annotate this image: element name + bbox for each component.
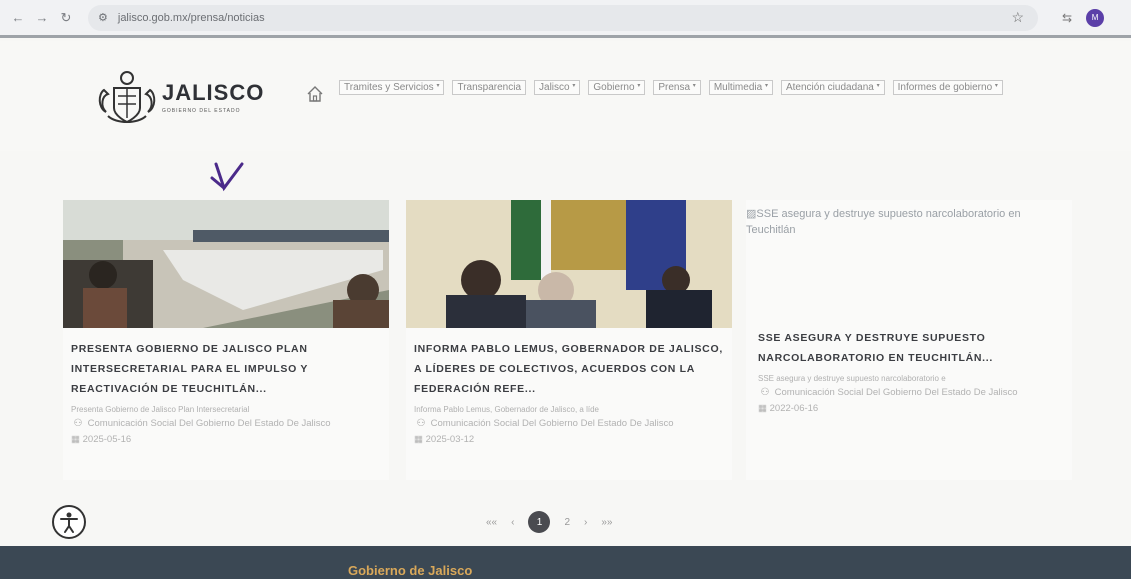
menu-item-gobierno[interactable]: Gobierno ▾ <box>588 80 646 95</box>
calendar-icon: ▦ <box>414 434 423 445</box>
news-image-meeting-hall[interactable] <box>63 200 389 328</box>
calendar-icon: ▦ <box>758 403 767 414</box>
news-title[interactable]: INFORMA PABLO LEMUS, GOBERNADOR DE JALIS… <box>406 339 732 399</box>
profile-avatar[interactable]: M <box>1086 8 1105 27</box>
back-icon[interactable]: ← <box>8 8 28 28</box>
news-card[interactable]: INFORMA PABLO LEMUS, GOBERNADOR DE JALIS… <box>406 200 732 480</box>
menu-item-atencion[interactable]: Atención ciudadana ▾ <box>780 80 885 95</box>
site-footer: Gobierno de Jalisco <box>0 546 1131 579</box>
reload-icon[interactable]: ↻ <box>56 8 76 28</box>
menu-item-prensa[interactable]: Prensa ▾ <box>653 80 701 95</box>
first-page-button[interactable]: «« <box>486 517 497 528</box>
main-menu: Tramites y Servicios ▾ Transparencia Jal… <box>339 80 1039 95</box>
news-image-broken[interactable]: ▨SSE asegura y destruye supuesto narcola… <box>746 200 1072 328</box>
chevron-down-icon: ▾ <box>436 83 440 89</box>
news-author: ⚇ Comunicación Social Del Gobierno Del E… <box>63 417 389 430</box>
news-card[interactable]: PRESENTA GOBIERNO DE JALISCO PLAN INTERS… <box>63 200 389 480</box>
news-author: ⚇ Comunicación Social Del Gobierno Del E… <box>746 386 1072 399</box>
menu-item-multimedia[interactable]: Multimedia ▾ <box>708 80 773 95</box>
news-title[interactable]: SSE ASEGURA Y DESTRUYE SUPUESTO NARCOLAB… <box>746 328 1072 368</box>
chevron-down-icon: ▾ <box>764 83 768 89</box>
menu-item-jalisco[interactable]: Jalisco ▾ <box>534 80 581 95</box>
user-icon: ⚇ <box>416 418 426 429</box>
calendar-icon: ▦ <box>71 434 80 445</box>
news-date: ▦ 2025-05-16 <box>71 434 132 445</box>
chevron-down-icon: ▾ <box>876 83 880 89</box>
news-date: ▦ 2022-06-16 <box>758 403 819 414</box>
site-settings-icon[interactable]: ⚙ <box>98 11 108 24</box>
broken-image-alt-text: ▨SSE asegura y destruye supuesto narcola… <box>746 208 1021 236</box>
page-1-button[interactable]: 1 <box>528 511 551 533</box>
chevron-down-icon: ▾ <box>637 83 641 89</box>
news-summary: Informa Pablo Lemus, Gobernador de Jalis… <box>414 405 599 414</box>
annotation-arrow-icon <box>210 162 244 192</box>
user-icon: ⚇ <box>73 418 83 429</box>
chevron-down-icon: ▾ <box>994 83 998 89</box>
broken-image-icon: ▨ <box>746 208 757 220</box>
browser-toolbar: ← → ↻ ⚙ jalisco.gob.mx/prensa/noticias ☆… <box>0 0 1131 38</box>
logo-subtitle: GOBIERNO DEL ESTADO <box>162 108 241 114</box>
page-2-button[interactable]: 2 <box>564 517 570 528</box>
menu-item-tramites[interactable]: Tramites y Servicios ▾ <box>339 80 445 95</box>
user-icon: ⚇ <box>760 387 770 398</box>
forward-icon[interactable]: → <box>32 8 52 28</box>
prev-page-button[interactable]: ‹ <box>511 517 514 528</box>
chevron-down-icon: ▾ <box>572 83 576 89</box>
news-summary: Presenta Gobierno de Jalisco Plan Inters… <box>71 405 250 414</box>
news-card[interactable]: ▨ SSE asegura y destruye supuesto narcola… <box>746 200 1072 480</box>
next-page-button[interactable]: › <box>584 517 587 528</box>
chevron-down-icon: ▾ <box>692 83 696 89</box>
news-title[interactable]: PRESENTA GOBIERNO DE JALISCO PLAN INTERS… <box>63 339 389 399</box>
news-author: ⚇ Comunicación Social Del Gobierno Del E… <box>406 417 732 430</box>
news-image-press-conference[interactable] <box>406 200 732 328</box>
news-summary: SSE asegura y destruye supuesto narcolab… <box>758 374 946 383</box>
url-text: jalisco.gob.mx/prensa/noticias <box>117 11 265 24</box>
footer-title: Gobierno de Jalisco <box>348 563 473 578</box>
jalisco-seal-icon <box>98 71 156 124</box>
address-bar[interactable]: ⚙ jalisco.gob.mx/prensa/noticias ☆ <box>88 4 1038 31</box>
logo-name: JALISCO <box>162 80 265 105</box>
home-icon[interactable] <box>306 85 324 103</box>
menu-item-informes[interactable]: Informes de gobierno ▾ <box>892 80 1003 95</box>
last-page-button[interactable]: »» <box>601 517 612 528</box>
accessibility-button[interactable] <box>52 505 86 539</box>
translate-icon[interactable]: ⇆ <box>1062 11 1072 25</box>
menu-item-transparencia[interactable]: Transparencia <box>452 80 527 95</box>
bookmark-star-icon[interactable]: ☆ <box>1011 9 1024 26</box>
site-header: JALISCO GOBIERNO DEL ESTADO Tramites y S… <box>0 41 1131 151</box>
site-logo[interactable]: JALISCO GOBIERNO DEL ESTADO <box>96 68 264 126</box>
accessibility-icon <box>60 512 78 533</box>
news-date: ▦ 2025-03-12 <box>414 434 475 445</box>
pagination: «« ‹ 1 2 › »» <box>486 511 613 533</box>
